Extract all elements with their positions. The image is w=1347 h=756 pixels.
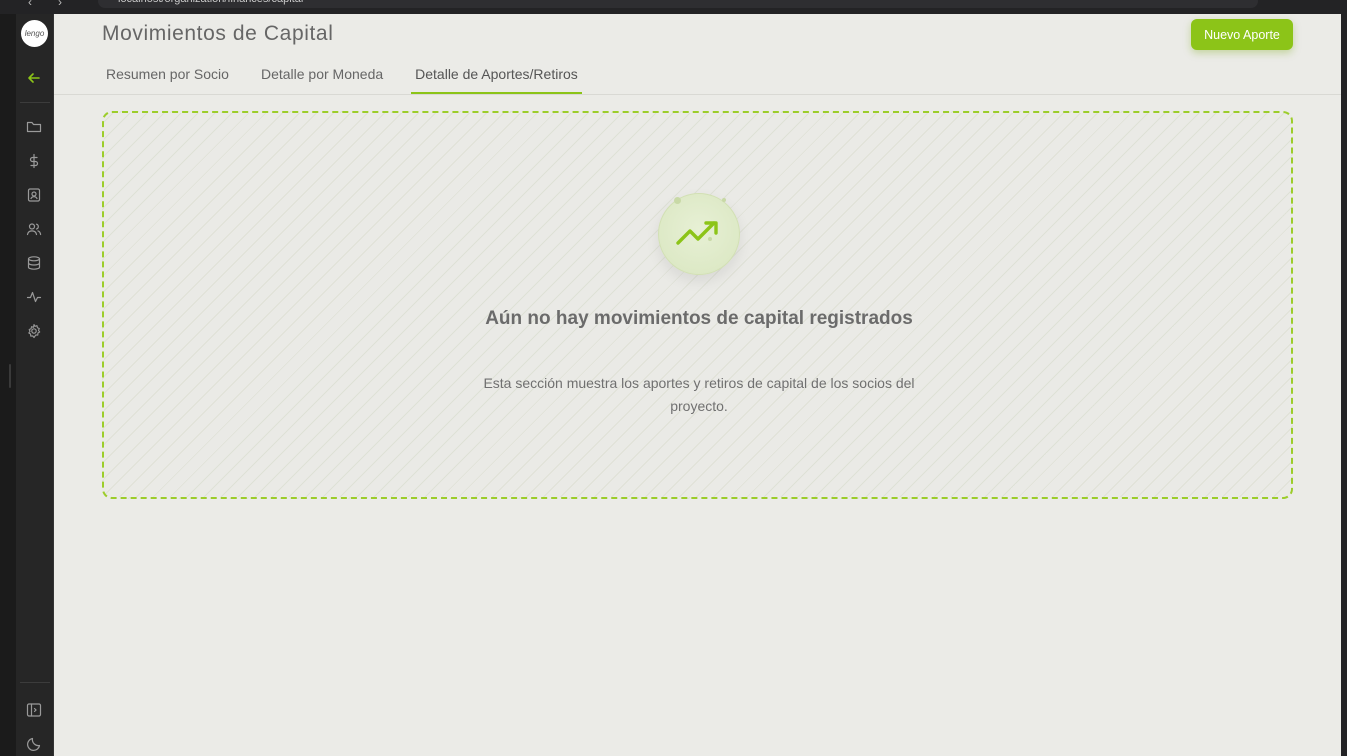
tab-summary-by-partner[interactable]: Resumen por Socio xyxy=(102,62,233,94)
back-arrow-icon[interactable] xyxy=(24,68,44,88)
empty-state-badge xyxy=(658,193,740,275)
dollar-icon[interactable] xyxy=(24,151,44,171)
contact-card-icon[interactable] xyxy=(24,185,44,205)
main-content: Movimientos de Capital Nuevo Aporte Resu… xyxy=(54,14,1341,756)
decor-dot xyxy=(674,197,681,204)
new-contribution-button[interactable]: Nuevo Aporte xyxy=(1191,19,1293,50)
browser-toolbar: ‹ › localhost/organization/finances/capi… xyxy=(0,0,1347,14)
window-edge-right xyxy=(1341,14,1347,756)
users-icon[interactable] xyxy=(24,219,44,239)
database-icon[interactable] xyxy=(24,253,44,273)
tab-detail-by-currency[interactable]: Detalle por Moneda xyxy=(257,62,387,94)
sidebar-panel-icon[interactable] xyxy=(24,700,44,720)
activity-icon[interactable] xyxy=(24,287,44,307)
page-title: Movimientos de Capital xyxy=(102,22,334,45)
address-bar[interactable]: localhost/organization/finances/capital xyxy=(98,0,1258,8)
empty-state-title: Aún no hay movimientos de capital regist… xyxy=(485,308,913,329)
tab-bar: Resumen por Socio Detalle por Moneda Det… xyxy=(102,62,606,94)
folder-icon[interactable] xyxy=(24,117,44,137)
sidebar: lengo xyxy=(16,14,54,756)
forward-icon[interactable]: › xyxy=(58,0,62,9)
logo-text: lengo xyxy=(24,29,45,38)
resize-grip[interactable] xyxy=(9,364,11,388)
sidebar-divider xyxy=(20,102,50,103)
app-logo[interactable]: lengo xyxy=(21,20,48,47)
tabs-divider xyxy=(54,94,1341,95)
back-icon[interactable]: ‹ xyxy=(28,0,32,9)
window-edge xyxy=(0,14,16,756)
empty-state: Aún no hay movimientos de capital regist… xyxy=(102,111,1293,499)
gear-icon[interactable] xyxy=(24,321,44,341)
tab-contributions-withdrawals[interactable]: Detalle de Aportes/Retiros xyxy=(411,62,582,94)
sidebar-divider-bottom xyxy=(20,682,50,683)
trending-up-icon xyxy=(658,193,740,275)
moon-icon[interactable] xyxy=(24,734,44,754)
decor-dot xyxy=(708,237,712,241)
decor-dot xyxy=(722,198,726,202)
empty-state-description: Esta sección muestra los aportes y retir… xyxy=(483,375,915,414)
